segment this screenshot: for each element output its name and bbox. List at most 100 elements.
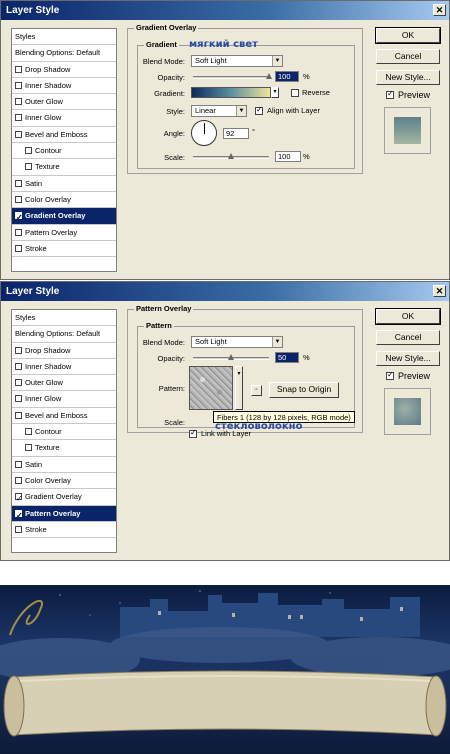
blend-mode-select[interactable]: Soft Light ▼ bbox=[191, 336, 283, 348]
new-style-button[interactable]: New Style... bbox=[376, 351, 440, 366]
style-checkbox[interactable] bbox=[15, 65, 22, 73]
opacity-slider-thumb[interactable] bbox=[228, 354, 234, 360]
annotation-soft-light: мягкий свет bbox=[189, 39, 258, 50]
styles-item-texture[interactable]: Texture bbox=[12, 440, 116, 457]
styles-item-label: Contour bbox=[35, 146, 62, 156]
styles-item-label: Bevel and Emboss bbox=[25, 410, 88, 420]
chevron-down-icon[interactable]: ▾ bbox=[271, 87, 279, 98]
align-with-layer-checkbox[interactable] bbox=[255, 105, 263, 115]
style-checkbox[interactable] bbox=[15, 411, 22, 419]
close-icon[interactable]: ✕ bbox=[433, 285, 446, 297]
styles-item-inner-shadow[interactable]: Inner Shadow bbox=[12, 78, 116, 95]
styles-item-outer-glow[interactable]: Outer Glow bbox=[12, 94, 116, 111]
style-checkbox[interactable] bbox=[25, 444, 32, 452]
styles-item-inner-glow[interactable]: Inner Glow bbox=[12, 110, 116, 127]
preview-label: Preview bbox=[398, 371, 431, 381]
styles-item-gradient-overlay[interactable]: Gradient Overlay bbox=[12, 489, 116, 507]
preview-swatch bbox=[394, 398, 421, 425]
styles-item-contour[interactable]: Contour bbox=[12, 143, 116, 160]
link-with-layer-checkbox[interactable] bbox=[189, 428, 197, 438]
styles-item-styles[interactable]: Styles bbox=[12, 29, 116, 46]
cancel-button[interactable]: Cancel bbox=[376, 49, 440, 64]
styles-item-bevel-and-emboss[interactable]: Bevel and Emboss bbox=[12, 127, 116, 144]
style-checkbox[interactable] bbox=[15, 98, 22, 106]
style-checkbox[interactable] bbox=[15, 228, 22, 236]
opacity-slider-thumb[interactable] bbox=[266, 73, 272, 79]
styles-item-inner-shadow[interactable]: Inner Shadow bbox=[12, 359, 116, 376]
opacity-slider[interactable] bbox=[193, 73, 272, 79]
styles-item-label: Contour bbox=[35, 427, 62, 437]
styles-item-label: Drop Shadow bbox=[25, 345, 71, 355]
ok-button[interactable]: OK bbox=[375, 308, 441, 325]
opacity-input[interactable]: 100 bbox=[275, 71, 299, 82]
style-checkbox[interactable] bbox=[25, 147, 32, 155]
style-checkbox[interactable] bbox=[15, 508, 23, 523]
new-preset-icon[interactable]: ▫ bbox=[251, 385, 262, 396]
scale-slider[interactable] bbox=[193, 153, 269, 159]
style-checkbox[interactable] bbox=[15, 491, 23, 507]
style-checkbox[interactable] bbox=[15, 395, 22, 403]
styles-item-label: Inner Shadow bbox=[25, 80, 72, 90]
styles-item-stroke[interactable]: Stroke bbox=[12, 241, 116, 258]
styles-item-satin[interactable]: Satin bbox=[12, 176, 116, 192]
scale-input[interactable]: 100 bbox=[275, 151, 301, 162]
styles-item-inner-glow[interactable]: Inner Glow bbox=[12, 391, 116, 408]
style-checkbox[interactable] bbox=[15, 130, 22, 138]
style-checkbox[interactable] bbox=[15, 476, 22, 484]
layer-style-dialog-pattern: Layer Style ✕ Styles Blending Options: De… bbox=[0, 281, 450, 561]
style-label: Style: bbox=[166, 107, 185, 116]
styles-item-blending-options-default[interactable]: Blending Options: Default bbox=[12, 326, 116, 343]
styles-item-outer-glow[interactable]: Outer Glow bbox=[12, 375, 116, 392]
gradient-style-select[interactable]: Linear ▼ bbox=[191, 105, 247, 117]
dialog-titlebar[interactable]: Layer Style ✕ bbox=[1, 282, 449, 301]
angle-input[interactable]: 92 bbox=[223, 128, 249, 139]
style-checkbox[interactable] bbox=[25, 163, 32, 171]
blend-mode-select[interactable]: Soft Light ▼ bbox=[191, 55, 283, 67]
styles-item-bevel-and-emboss[interactable]: Bevel and Emboss bbox=[12, 408, 116, 425]
snap-to-origin-button[interactable]: Snap to Origin bbox=[269, 382, 339, 398]
styles-item-blending-options-default[interactable]: Blending Options: Default bbox=[12, 45, 116, 62]
reverse-checkbox[interactable] bbox=[291, 89, 299, 97]
scale-slider-thumb[interactable] bbox=[228, 153, 234, 159]
style-checkbox[interactable] bbox=[15, 379, 22, 387]
style-checkbox[interactable] bbox=[15, 244, 22, 252]
new-style-button[interactable]: New Style... bbox=[376, 70, 440, 85]
styles-item-gradient-overlay[interactable]: Gradient Overlay bbox=[12, 208, 116, 226]
styles-item-styles[interactable]: Styles bbox=[12, 310, 116, 327]
cancel-button[interactable]: Cancel bbox=[376, 330, 440, 345]
style-checkbox[interactable] bbox=[15, 114, 22, 122]
style-checkbox[interactable] bbox=[15, 195, 22, 203]
scale-percent: % bbox=[303, 152, 310, 161]
style-checkbox[interactable] bbox=[15, 179, 22, 187]
style-checkbox[interactable] bbox=[15, 346, 22, 354]
ok-button[interactable]: OK bbox=[375, 27, 441, 44]
style-checkbox[interactable] bbox=[25, 428, 32, 436]
opacity-input[interactable]: 50 bbox=[275, 352, 299, 363]
styles-item-pattern-overlay[interactable]: Pattern Overlay bbox=[12, 505, 116, 523]
pattern-swatch[interactable] bbox=[189, 366, 233, 410]
style-checkbox[interactable] bbox=[15, 525, 22, 533]
styles-item-drop-shadow[interactable]: Drop Shadow bbox=[12, 62, 116, 78]
style-checkbox[interactable] bbox=[15, 460, 22, 468]
styles-item-drop-shadow[interactable]: Drop Shadow bbox=[12, 343, 116, 359]
opacity-slider[interactable] bbox=[193, 354, 269, 360]
preview-checkbox[interactable] bbox=[386, 370, 394, 380]
styles-item-texture[interactable]: Texture bbox=[12, 159, 116, 176]
styles-item-color-overlay[interactable]: Color Overlay bbox=[12, 192, 116, 209]
styles-item-label: Texture bbox=[35, 162, 60, 172]
styles-item-satin[interactable]: Satin bbox=[12, 457, 116, 473]
style-checkbox[interactable] bbox=[15, 81, 22, 89]
dialog-titlebar[interactable]: Layer Style ✕ bbox=[1, 1, 449, 20]
chevron-down-icon[interactable]: ▾ bbox=[235, 366, 243, 410]
styles-item-color-overlay[interactable]: Color Overlay bbox=[12, 473, 116, 490]
styles-item-pattern-overlay[interactable]: Pattern Overlay bbox=[12, 225, 116, 241]
styles-item-contour[interactable]: Contour bbox=[12, 424, 116, 441]
close-icon[interactable]: ✕ bbox=[433, 4, 446, 16]
style-checkbox[interactable] bbox=[15, 362, 22, 370]
styles-item-stroke[interactable]: Stroke bbox=[12, 522, 116, 539]
gradient-swatch[interactable] bbox=[191, 87, 271, 98]
preview-checkbox[interactable] bbox=[386, 89, 394, 99]
angle-dial-icon[interactable] bbox=[191, 120, 217, 146]
group-title: Pattern bbox=[144, 321, 174, 330]
style-checkbox[interactable] bbox=[15, 210, 23, 226]
